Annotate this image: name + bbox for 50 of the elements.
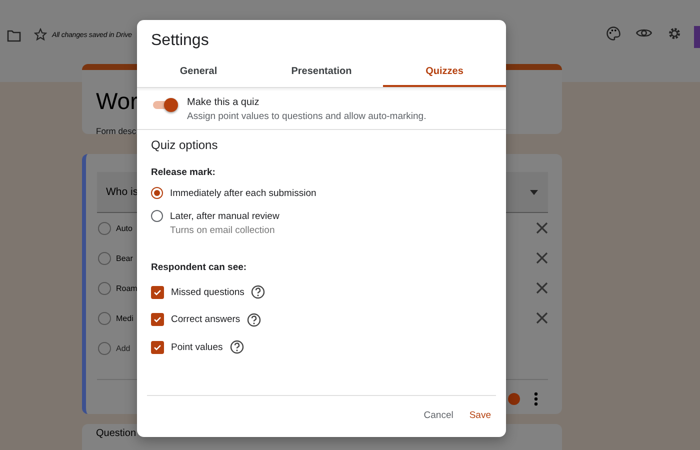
star-icon[interactable]	[34, 28, 47, 41]
checkbox[interactable]	[151, 340, 164, 354]
folder-icon[interactable]	[7, 30, 21, 42]
radio-label: Immediately after each submission	[170, 188, 316, 199]
section-heading: Respondent can see:	[151, 262, 248, 273]
toggle-switch[interactable]	[151, 97, 178, 113]
close-icon[interactable]	[536, 252, 548, 264]
eye-icon[interactable]	[636, 27, 652, 39]
toggle-description: Assign point values to questions and allow auto-marking.	[187, 111, 426, 122]
more-icon[interactable]	[534, 392, 538, 406]
circle-icon	[98, 342, 111, 354]
save-button[interactable]: Save	[469, 410, 491, 421]
option-label: Bear	[116, 254, 133, 262]
toggle-label: Make this a quiz	[187, 97, 260, 108]
tab[interactable]: Presentation	[260, 60, 383, 87]
help-icon[interactable]	[230, 340, 244, 354]
close-icon[interactable]	[536, 312, 548, 324]
radio-button[interactable]	[98, 312, 111, 324]
option-label: Auto	[116, 224, 132, 232]
radio-button[interactable]	[98, 252, 111, 264]
radio-label: Later, after manual review	[170, 211, 280, 222]
palette-icon[interactable]	[606, 26, 621, 41]
radio-button[interactable]	[98, 282, 111, 294]
close-icon[interactable]	[536, 222, 548, 234]
tab[interactable]: Quizzes	[383, 60, 506, 87]
cancel-button[interactable]: Cancel	[424, 410, 454, 421]
help-icon[interactable]	[251, 285, 266, 299]
add-option-label[interactable]: Add	[116, 344, 130, 352]
dialog-title: Settings	[150, 31, 210, 50]
question-title: Question	[96, 428, 136, 439]
checkbox-label: Point values	[171, 342, 223, 352]
help-icon[interactable]	[247, 312, 262, 326]
radio-note: Turns on email collection	[170, 225, 276, 236]
tab[interactable]: General	[137, 60, 260, 87]
close-icon[interactable]	[536, 282, 548, 294]
option-label: Medi	[116, 314, 134, 322]
checkbox[interactable]	[151, 313, 164, 326]
checkbox-label: Missed questions	[171, 286, 244, 298]
radio-button[interactable]	[151, 187, 163, 199]
radio-button[interactable]	[151, 210, 163, 222]
section-title: Quiz options	[151, 138, 219, 152]
checkbox[interactable]	[151, 286, 164, 298]
checkbox-label: Correct answers	[171, 314, 240, 325]
radio-button[interactable]	[98, 222, 111, 234]
dropdown-caret-icon[interactable]	[530, 190, 538, 194]
option-label: Roam	[116, 284, 138, 292]
settings-icon[interactable]	[667, 26, 682, 41]
form-title: Wor	[96, 87, 138, 116]
form-description: Form desc	[96, 126, 136, 136]
section-heading: Release mark:	[151, 167, 216, 178]
